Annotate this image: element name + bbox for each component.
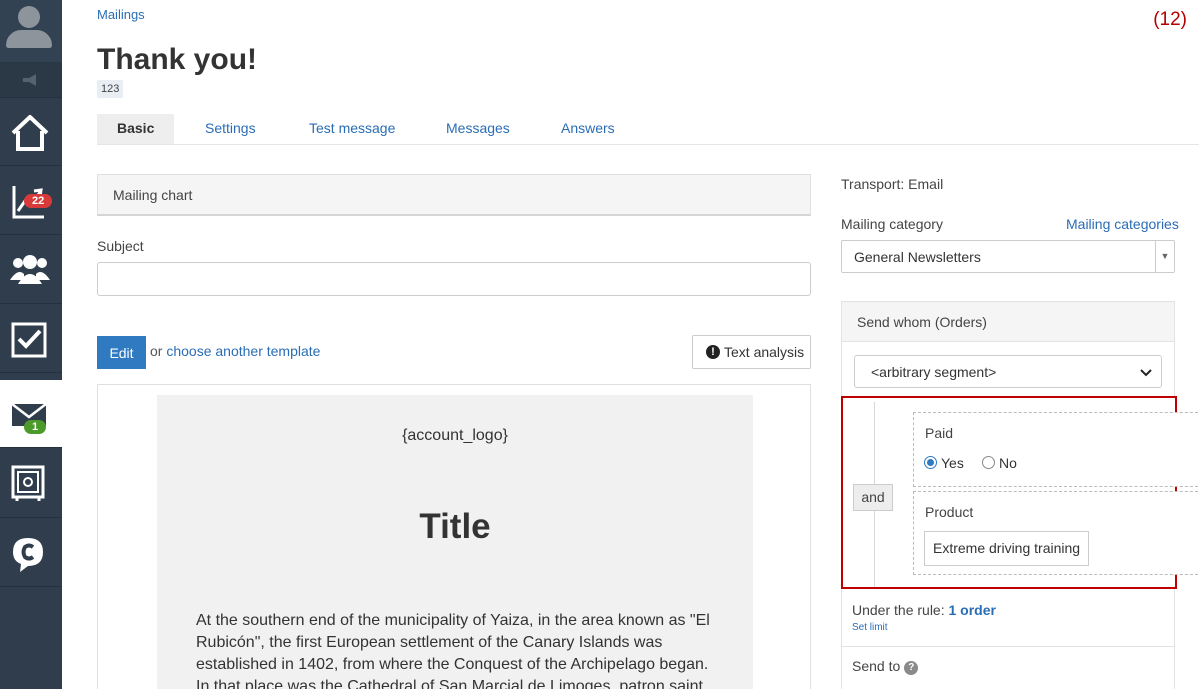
tab-basic[interactable]: Basic — [97, 114, 175, 144]
account-logo-placeholder: {account_logo} — [402, 427, 508, 444]
edit-button[interactable]: Edit — [97, 336, 146, 369]
set-limit-link[interactable]: Set limit — [852, 622, 888, 633]
main-content: Mailings (12) Thank you! 123 Basic Setti… — [62, 0, 1199, 689]
email-preview-canvas: {account_logo} Title At the southern end… — [157, 395, 753, 689]
mailing-category-value: General Newsletters — [854, 249, 981, 265]
statistics-badge: 22 — [24, 194, 53, 208]
sidebar-item-tasks[interactable] — [0, 305, 62, 373]
email-preview: {account_logo} Title At the southern end… — [97, 384, 811, 689]
send-to-label: Send to — [852, 658, 901, 674]
safe-icon — [11, 465, 45, 501]
avatar-body — [6, 30, 52, 48]
mailing-category-label: Mailing category — [841, 216, 943, 232]
mailing-categories-link[interactable]: Mailing categories — [1066, 216, 1179, 232]
sidebar-item-statistics[interactable]: 22 — [0, 167, 62, 235]
sidebar: 22 1 — [0, 0, 62, 689]
sidebar-announcements[interactable] — [0, 62, 62, 98]
page-title: Thank you! — [97, 43, 258, 76]
avatar-head — [18, 6, 40, 28]
or-text: or — [150, 343, 163, 359]
send-whom-title: Send whom (Orders) — [857, 314, 987, 330]
sidebar-item-mailings[interactable]: 1 — [0, 380, 62, 448]
chat-icon — [13, 538, 43, 572]
product-label: Product — [925, 504, 974, 520]
condition-paid: Paid Yes No — [913, 412, 1199, 487]
user-avatar[interactable] — [0, 0, 62, 62]
product-value-chip[interactable]: Extreme driving training — [924, 531, 1090, 566]
segment-select[interactable]: <arbitrary segment> — [854, 355, 1162, 388]
mailing-category-select[interactable]: General Newsletters ▼ — [841, 240, 1175, 273]
mailings-badge: 1 — [24, 420, 47, 434]
sidebar-item-home[interactable] — [0, 98, 62, 166]
segment-value: <arbitrary segment> — [871, 364, 997, 380]
tab-bar: Basic Settings Test message Messages Ans… — [97, 114, 1199, 145]
exclamation-icon: ! — [706, 345, 720, 359]
transport-label: Transport: Email — [841, 176, 944, 192]
condition-product: Product Extreme driving training — [913, 491, 1199, 575]
megaphone-icon — [23, 74, 36, 86]
mailing-id-tag: 123 — [97, 80, 124, 98]
under-rule-prefix: Under the rule: — [852, 602, 945, 618]
checkbox-icon — [11, 322, 47, 358]
send-whom-header: Send whom (Orders) — [842, 302, 1174, 342]
under-rule-summary: Under the rule: 1 order — [852, 602, 996, 618]
counter-label: (12) — [1153, 9, 1187, 30]
choose-template-link[interactable]: choose another template — [166, 343, 320, 359]
users-icon — [10, 255, 50, 284]
subject-input[interactable] — [97, 262, 811, 296]
sidebar-item-chat[interactable] — [0, 519, 62, 587]
app-window: 22 1 Mailings (12) Thank you! 123 Basic … — [0, 0, 1199, 689]
dropdown-arrow-icon: ▼ — [1155, 241, 1174, 272]
section-divider — [841, 646, 1175, 647]
radio-selected-icon — [924, 456, 937, 469]
paid-yes-label: Yes — [941, 455, 964, 471]
text-analysis-button[interactable]: ! Text analysis — [692, 335, 811, 369]
mailing-chart-panel[interactable]: Mailing chart — [97, 174, 811, 216]
segment-rule-box: and Paid Yes No Product Extreme driving … — [841, 396, 1199, 589]
email-body-text: At the southern end of the municipality … — [196, 612, 710, 689]
tab-answers[interactable]: Answers — [561, 114, 615, 144]
sidebar-item-contacts[interactable] — [0, 236, 62, 304]
tab-test-message[interactable]: Test message — [309, 114, 395, 144]
paid-label: Paid — [925, 425, 954, 441]
tab-messages[interactable]: Messages — [446, 114, 510, 144]
paid-no-label: No — [999, 455, 1017, 471]
tab-settings[interactable]: Settings — [205, 114, 256, 144]
mailing-chart-title: Mailing chart — [113, 187, 193, 203]
home-icon — [11, 115, 49, 151]
subject-label: Subject — [97, 238, 144, 254]
text-analysis-label: Text analysis — [724, 344, 805, 360]
breadcrumb-mailings[interactable]: Mailings — [97, 7, 145, 22]
choose-template-line: or choose another template — [150, 343, 320, 359]
email-title: Title — [419, 507, 491, 546]
chevron-down-icon — [1140, 369, 1152, 377]
and-operator-button[interactable]: and — [853, 484, 893, 511]
send-to-section: Send to? — [852, 658, 919, 675]
under-rule-count-link[interactable]: 1 order — [949, 602, 996, 618]
radio-unselected-icon — [982, 456, 995, 469]
help-icon[interactable]: ? — [904, 661, 919, 675]
sidebar-item-safe[interactable] — [0, 450, 62, 518]
